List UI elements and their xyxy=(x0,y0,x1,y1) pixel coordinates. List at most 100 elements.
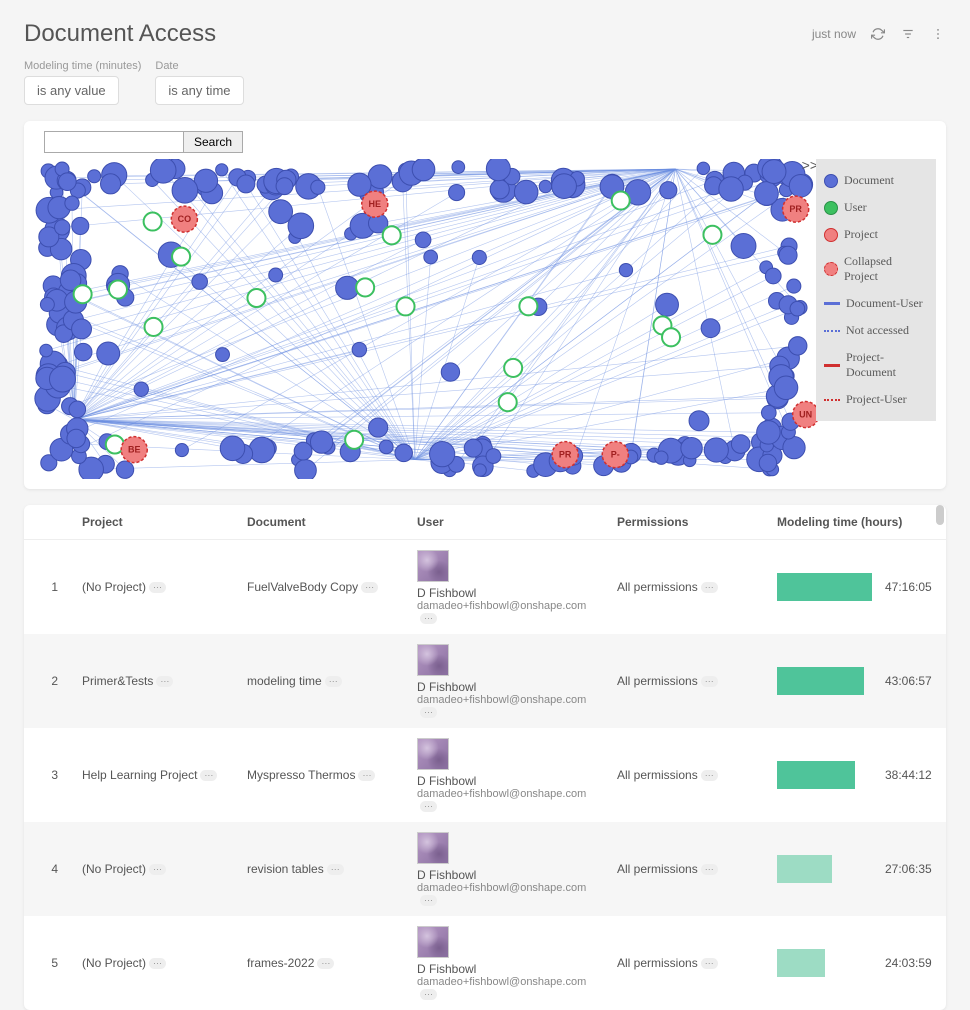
table-row[interactable]: 5 (No Project)⋯ frames-2022⋯ D Fishbowl … xyxy=(24,916,946,1010)
link-icon[interactable]: ⋯ xyxy=(701,864,718,875)
col-user[interactable]: User xyxy=(405,505,605,539)
link-icon[interactable]: ⋯ xyxy=(701,958,718,969)
table-row[interactable]: 2 Primer&Tests⋯ modeling time⋯ D Fishbow… xyxy=(24,634,946,728)
legend-label: Not accessed xyxy=(846,323,909,338)
link-icon[interactable]: ⋯ xyxy=(149,864,166,875)
legend-item: User xyxy=(822,194,930,221)
row-index: 1 xyxy=(24,570,70,604)
col-document[interactable]: Document xyxy=(235,505,405,539)
link-icon[interactable]: ⋯ xyxy=(149,582,166,593)
legend-swatch xyxy=(824,330,840,332)
time-value: 47:16:05 xyxy=(885,580,932,594)
cell-project: (No Project)⋯ xyxy=(70,852,235,886)
table-row[interactable]: 4 (No Project)⋯ revision tables⋯ D Fishb… xyxy=(24,822,946,916)
filter-icon[interactable] xyxy=(900,26,916,42)
user-name: D Fishbowl xyxy=(417,962,593,976)
legend: Document UserProject Collapsed Project Docu… xyxy=(816,159,936,421)
legend-label: Collapsed Project xyxy=(844,254,928,284)
graph-panel: Search COHEPRBEPRP-UN >> DocumentUserPro… xyxy=(24,121,946,489)
filter-label-date: Date xyxy=(155,60,243,72)
cell-document: revision tables⋯ xyxy=(235,852,405,886)
avatar xyxy=(417,832,449,864)
table-header: Project Document User Permissions Modeli… xyxy=(24,505,946,540)
filter-label-modeling: Modeling time (minutes) xyxy=(24,60,141,72)
svg-text:HE: HE xyxy=(368,199,381,209)
link-icon[interactable]: ⋯ xyxy=(149,958,166,969)
network-graph[interactable]: COHEPRBEPRP-UN xyxy=(34,159,936,479)
cell-user: D Fishbowl damadeo+fishbowl@onshape.com⋯ xyxy=(405,916,605,1010)
user-email: damadeo+fishbowl@onshape.com⋯ xyxy=(417,976,593,1000)
legend-swatch xyxy=(824,364,840,367)
link-icon[interactable]: ⋯ xyxy=(156,676,173,687)
avatar xyxy=(417,550,449,582)
cell-modeling-time: 47:16:05 xyxy=(765,563,946,611)
cell-permissions: All permissions⋯ xyxy=(605,664,765,698)
cell-modeling-time: 43:06:57 xyxy=(765,657,946,705)
table-row[interactable]: 1 (No Project)⋯ FuelValveBody Copy⋯ D Fi… xyxy=(24,540,946,634)
legend-item: Collapsed Project xyxy=(822,248,930,290)
link-icon[interactable]: ⋯ xyxy=(701,676,718,687)
cell-project: (No Project)⋯ xyxy=(70,946,235,980)
scrollbar[interactable] xyxy=(936,505,944,1010)
cell-document: modeling time⋯ xyxy=(235,664,405,698)
row-index: 5 xyxy=(24,946,70,980)
legend-label: Project-User xyxy=(846,392,907,407)
refresh-icon[interactable] xyxy=(870,26,886,42)
link-icon[interactable]: ⋯ xyxy=(420,613,437,624)
user-name: D Fishbowl xyxy=(417,774,593,788)
svg-text:PR: PR xyxy=(559,450,572,460)
cell-document: FuelValveBody Copy⋯ xyxy=(235,570,405,604)
timestamp: just now xyxy=(812,27,856,41)
link-icon[interactable]: ⋯ xyxy=(420,989,437,1000)
cell-user: D Fishbowl damadeo+fishbowl@onshape.com⋯ xyxy=(405,634,605,728)
graph-search-input[interactable] xyxy=(44,131,184,153)
col-project[interactable]: Project xyxy=(70,505,235,539)
legend-swatch xyxy=(824,228,838,242)
link-icon[interactable]: ⋯ xyxy=(327,864,344,875)
svg-text:UN: UN xyxy=(799,410,812,420)
graph-search-button[interactable]: Search xyxy=(183,131,243,153)
legend-label: Document xyxy=(844,173,894,188)
link-icon[interactable]: ⋯ xyxy=(200,770,217,781)
link-icon[interactable]: ⋯ xyxy=(361,582,378,593)
link-icon[interactable]: ⋯ xyxy=(701,582,718,593)
legend-swatch xyxy=(824,302,840,305)
link-icon[interactable]: ⋯ xyxy=(420,707,437,718)
cell-modeling-time: 27:06:35 xyxy=(765,845,946,893)
cell-document: Myspresso Thermos⋯ xyxy=(235,758,405,792)
time-value: 27:06:35 xyxy=(885,862,932,876)
legend-item: Document xyxy=(822,167,930,194)
table-row[interactable]: 3 Help Learning Project⋯ Myspresso Therm… xyxy=(24,728,946,822)
time-value: 43:06:57 xyxy=(885,674,932,688)
link-icon[interactable]: ⋯ xyxy=(358,770,375,781)
avatar xyxy=(417,644,449,676)
cell-project: (No Project)⋯ xyxy=(70,570,235,604)
legend-item: Not accessed xyxy=(822,317,930,344)
svg-text:PR: PR xyxy=(789,204,802,214)
more-icon[interactable] xyxy=(930,26,946,42)
filter-date[interactable]: is any time xyxy=(155,76,243,105)
svg-text:BE: BE xyxy=(128,445,141,455)
cell-project: Help Learning Project⋯ xyxy=(70,758,235,792)
link-icon[interactable]: ⋯ xyxy=(317,958,334,969)
table-panel: Project Document User Permissions Modeli… xyxy=(24,505,946,1010)
legend-label: Document-User xyxy=(846,296,923,311)
cell-permissions: All permissions⋯ xyxy=(605,758,765,792)
link-icon[interactable]: ⋯ xyxy=(420,895,437,906)
link-icon[interactable]: ⋯ xyxy=(420,801,437,812)
legend-item: Project xyxy=(822,221,930,248)
col-modeling-time[interactable]: Modeling time (hours) xyxy=(765,505,946,539)
avatar xyxy=(417,738,449,770)
cell-permissions: All permissions⋯ xyxy=(605,570,765,604)
cell-user: D Fishbowl damadeo+fishbowl@onshape.com⋯ xyxy=(405,540,605,634)
user-email: damadeo+fishbowl@onshape.com⋯ xyxy=(417,882,593,906)
user-name: D Fishbowl xyxy=(417,586,593,600)
col-permissions[interactable]: Permissions xyxy=(605,505,765,539)
user-email: damadeo+fishbowl@onshape.com⋯ xyxy=(417,600,593,624)
link-icon[interactable]: ⋯ xyxy=(325,676,342,687)
link-icon[interactable]: ⋯ xyxy=(701,770,718,781)
filter-modeling-time[interactable]: is any value xyxy=(24,76,119,105)
page-title: Document Access xyxy=(24,20,812,48)
time-value: 38:44:12 xyxy=(885,768,932,782)
cell-user: D Fishbowl damadeo+fishbowl@onshape.com⋯ xyxy=(405,822,605,916)
